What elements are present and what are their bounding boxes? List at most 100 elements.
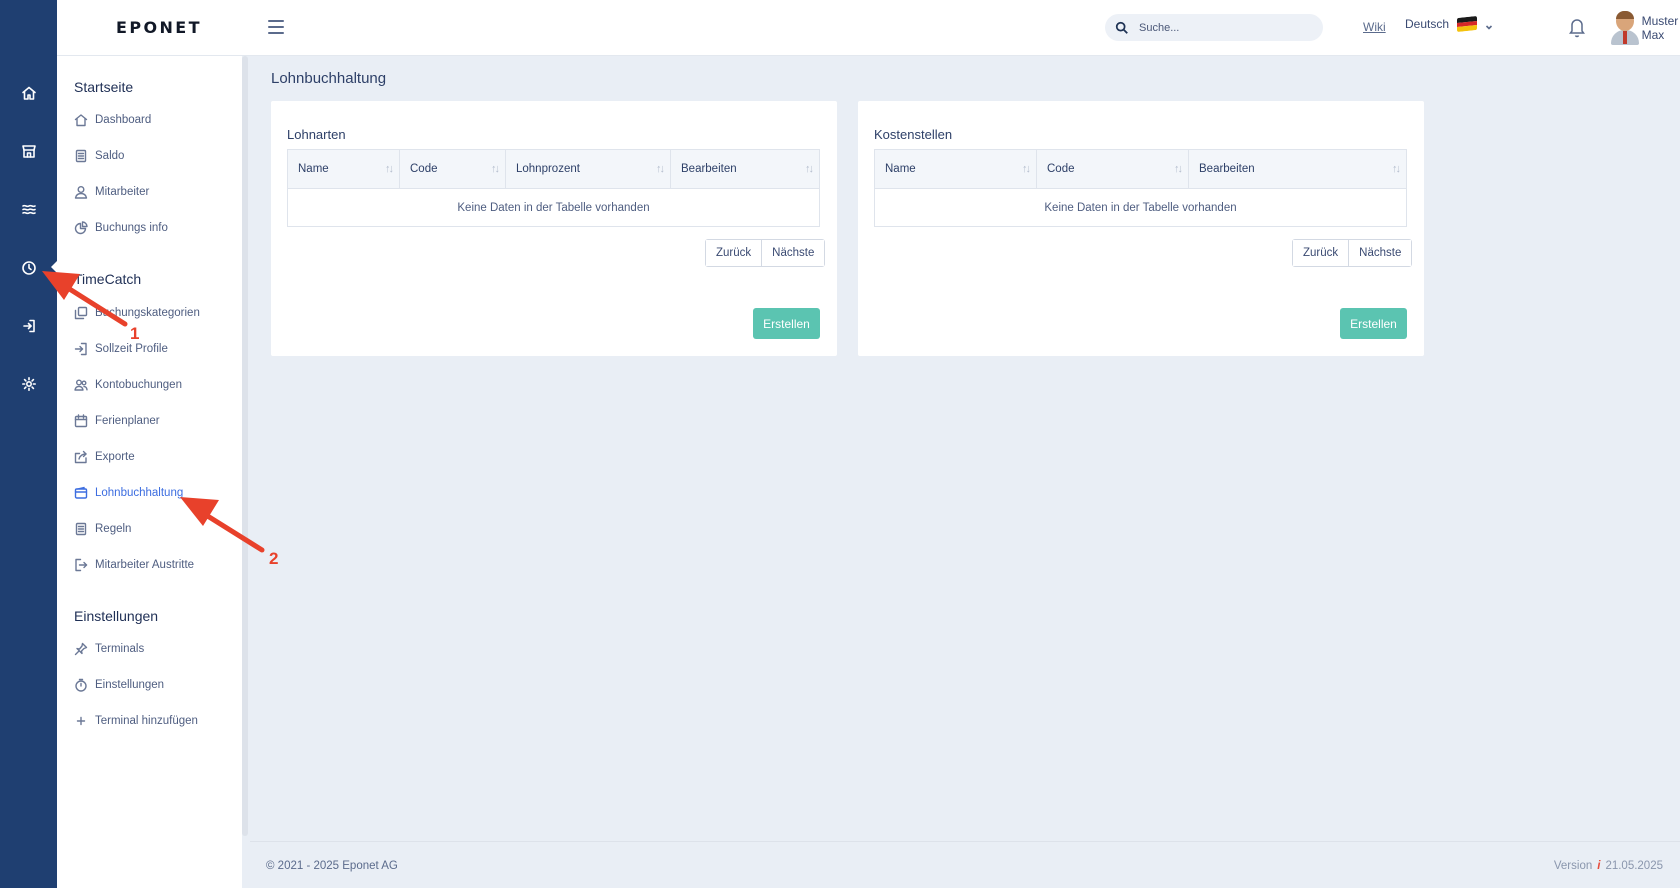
prev-page-button[interactable]: Zurück xyxy=(706,240,762,266)
sidebar-item-label: Terminal hinzufügen xyxy=(95,715,198,727)
column-header-name[interactable]: Name ↑↓ xyxy=(288,150,400,188)
wallet-icon xyxy=(74,486,88,500)
version-date: 21.05.2025 xyxy=(1605,860,1663,872)
sidebar-section-timecatch: TimeCatch xyxy=(74,271,142,287)
sidebar-item-label: Mitarbeiter Austritte xyxy=(95,559,195,571)
footer-copyright: © 2021 - 2025 Eponet AG xyxy=(266,860,398,872)
create-lohnart-button[interactable]: Erstellen xyxy=(753,308,820,339)
sort-icon: ↑↓ xyxy=(385,163,394,175)
annotation-marker-1: 1 xyxy=(130,324,140,343)
rail-clock-icon[interactable] xyxy=(0,248,57,288)
footer: © 2021 - 2025 Eponet AG Version i 21.05.… xyxy=(250,841,1680,888)
column-header-bearbeiten[interactable]: Bearbeiten ↑↓ xyxy=(1189,150,1406,188)
table-header: Name ↑↓ Code ↑↓ Bearbeiten ↑↓ xyxy=(875,150,1406,189)
kostenstellen-table: Name ↑↓ Code ↑↓ Bearbeiten ↑↓ Keine Daten i… xyxy=(874,149,1407,227)
sidebar-item-terminal-hinzufuegen[interactable]: Terminal hinzufügen xyxy=(74,712,198,730)
logo[interactable]: EPONET xyxy=(116,18,202,37)
rail-home-icon[interactable] xyxy=(0,73,57,113)
version-label: Version xyxy=(1553,860,1593,872)
copy-icon xyxy=(74,306,88,320)
wiki-link[interactable]: Wiki xyxy=(1363,20,1386,34)
home-icon xyxy=(74,113,88,127)
chevron-down-icon xyxy=(1485,20,1493,30)
sidebar-item-exporte[interactable]: Exporte xyxy=(74,448,135,466)
pie-chart-icon xyxy=(74,221,88,235)
sidebar-scrollbar[interactable] xyxy=(242,56,248,836)
column-header-bearbeiten[interactable]: Bearbeiten ↑↓ xyxy=(671,150,819,188)
column-header-name[interactable]: Name ↑↓ xyxy=(875,150,1037,188)
sort-icon: ↑↓ xyxy=(491,163,500,175)
pin-icon xyxy=(74,642,88,656)
sidebar-item-label: Regeln xyxy=(95,523,132,535)
annotation-arrows xyxy=(42,271,265,553)
document-icon xyxy=(74,522,88,536)
next-page-button[interactable]: Nächste xyxy=(761,240,825,266)
column-label: Name xyxy=(298,163,329,175)
table-empty-message: Keine Daten in der Tabelle vorhanden xyxy=(457,201,650,214)
sidebar-item-buchungskategorien[interactable]: Buchungskategorien xyxy=(74,304,200,322)
logout-icon xyxy=(74,558,88,572)
sidebar-item-saldo[interactable]: Saldo xyxy=(74,147,124,165)
column-label: Bearbeiten xyxy=(681,163,737,175)
column-header-code[interactable]: Code ↑↓ xyxy=(1037,150,1189,188)
column-label: Bearbeiten xyxy=(1199,163,1255,175)
pagination: Zurück Nächste xyxy=(705,239,826,267)
column-header-lohnprozent[interactable]: Lohnprozent ↑↓ xyxy=(506,150,671,188)
plus-icon xyxy=(74,714,88,728)
sidebar-item-einstellungen[interactable]: Einstellungen xyxy=(74,676,164,694)
sidebar-item-mitarbeiter-austritte[interactable]: Mitarbeiter Austritte xyxy=(74,556,194,574)
rail-login-icon[interactable] xyxy=(0,306,57,346)
search-input[interactable] xyxy=(1139,21,1309,34)
sidebar-item-buchungs-info[interactable]: Buchungs info xyxy=(74,219,168,237)
sort-icon: ↑↓ xyxy=(805,163,814,175)
sidebar-item-mitarbeiter[interactable]: Mitarbeiter xyxy=(74,183,149,201)
sidebar-item-regeln[interactable]: Regeln xyxy=(74,520,131,538)
sidebar-item-kontobuchungen[interactable]: Kontobuchungen xyxy=(74,376,182,394)
sidebar-item-label: Exporte xyxy=(95,451,135,463)
menu-toggle-icon[interactable] xyxy=(267,18,285,36)
card-title: Lohnarten xyxy=(287,127,346,142)
user-menu[interactable]: Muster Max xyxy=(1610,11,1680,45)
sidebar-item-label: Sollzeit Profile xyxy=(95,343,168,355)
login-icon xyxy=(74,342,88,356)
avatar xyxy=(1610,11,1639,45)
notification-bell-icon[interactable] xyxy=(1567,16,1587,38)
column-label: Lohnprozent xyxy=(516,163,580,175)
sidebar-item-label: Einstellungen xyxy=(95,679,165,691)
users-icon xyxy=(74,378,88,392)
column-label: Code xyxy=(1047,163,1075,175)
column-label: Code xyxy=(410,163,438,175)
lohnarten-table: Name ↑↓ Code ↑↓ Lohnprozent ↑↓ Bearbeiten ↑↓… xyxy=(287,149,820,227)
column-header-code[interactable]: Code ↑↓ xyxy=(400,150,506,188)
german-flag-icon xyxy=(1457,15,1478,33)
sidebar-item-ferienplaner[interactable]: Ferienplaner xyxy=(74,412,160,430)
sort-icon: ↑↓ xyxy=(1174,163,1183,175)
sidebar: Startseite Dashboard Saldo Mitarbeiter B… xyxy=(57,56,242,888)
top-bar: EPONET Wiki Deutsch Muster Max xyxy=(57,0,1680,56)
sidebar-item-dashboard[interactable]: Dashboard xyxy=(74,111,151,129)
calendar-icon xyxy=(74,414,88,428)
rail-gear-icon[interactable] xyxy=(0,364,57,404)
search-icon xyxy=(1115,21,1128,34)
language-select[interactable]: Deutsch xyxy=(1405,15,1493,33)
sidebar-section-einstellungen: Einstellungen xyxy=(74,608,159,624)
next-page-button[interactable]: Nächste xyxy=(1348,240,1412,266)
sidebar-item-label: Saldo xyxy=(95,150,125,162)
rail-waves-icon[interactable] xyxy=(0,189,57,229)
sidebar-item-lohnbuchhaltung[interactable]: Lohnbuchhaltung xyxy=(74,484,183,502)
sidebar-item-terminals[interactable]: Terminals xyxy=(74,640,144,658)
pagination: Zurück Nächste xyxy=(1292,239,1413,267)
column-label: Name xyxy=(885,163,916,175)
language-label: Deutsch xyxy=(1405,17,1450,31)
sidebar-item-label: Lohnbuchhaltung xyxy=(95,487,184,499)
sidebar-item-label: Mitarbeiter xyxy=(95,186,150,198)
info-icon[interactable]: i xyxy=(1597,860,1600,872)
table-header: Name ↑↓ Code ↑↓ Lohnprozent ↑↓ Bearbeiten ↑↓ xyxy=(288,150,819,189)
prev-page-button[interactable]: Zurück xyxy=(1293,240,1349,266)
sort-icon: ↑↓ xyxy=(1022,163,1031,175)
rail-store-icon[interactable] xyxy=(0,131,57,171)
sidebar-item-label: Kontobuchungen xyxy=(95,379,182,391)
sort-icon: ↑↓ xyxy=(1392,163,1401,175)
create-kostenstelle-button[interactable]: Erstellen xyxy=(1340,308,1407,339)
sidebar-item-sollzeit-profile[interactable]: Sollzeit Profile xyxy=(74,340,168,358)
